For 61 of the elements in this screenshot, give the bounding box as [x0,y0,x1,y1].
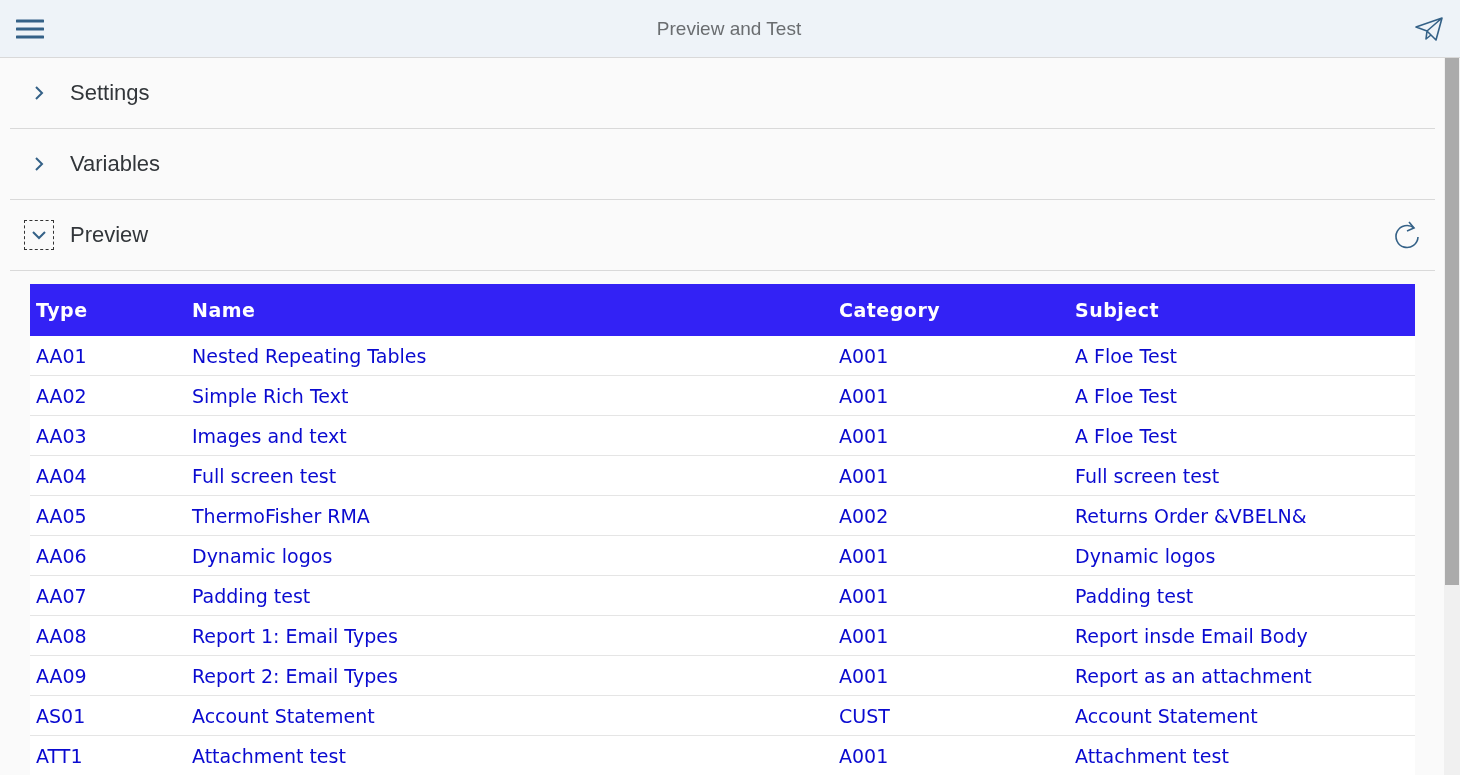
paper-plane-icon[interactable] [1414,15,1444,42]
table-cell: AA05 [30,495,186,536]
table-cell: A001 [833,615,1069,656]
table-cell: Dynamic logos [186,535,833,576]
table-cell: A001 [833,455,1069,496]
table-cell: Account Statement [186,695,833,736]
table-cell: AA02 [30,375,186,416]
table-cell: A002 [833,495,1069,536]
table-cell: Padding test [1069,575,1415,616]
table-cell: A Floe Test [1069,336,1415,376]
table-cell: Report 2: Email Types [186,655,833,696]
panel-title: Settings [70,80,151,106]
table-cell: A001 [833,655,1069,696]
table-cell: Report insde Email Body [1069,615,1415,656]
table-cell: Dynamic logos [1069,535,1415,576]
table-cell: AA04 [30,455,186,496]
table-cell: Attachment test [186,735,833,775]
table-cell: Report as an attachment [1069,655,1415,696]
table-cell: A001 [833,735,1069,775]
panel-header[interactable]: Variables [10,129,1435,200]
table-cell: Padding test [186,575,833,616]
table-cell: A Floe Test [1069,375,1415,416]
table-cell: AA09 [30,655,186,696]
table-cell: CUST [833,695,1069,736]
table-cell: Full screen test [1069,455,1415,496]
table-cell: Report 1: Email Types [186,615,833,656]
panel-header[interactable]: Settings [10,58,1435,129]
table-cell: A001 [833,415,1069,456]
table-cell: A001 [833,575,1069,616]
table-cell: AA08 [30,615,186,656]
column-header: Type [30,284,186,336]
table-cell: Account Statement [1069,695,1415,736]
table-cell: ATT1 [30,735,186,775]
scrollbar[interactable] [1444,58,1460,775]
table-cell: AA07 [30,575,186,616]
chevron-icon[interactable] [24,220,54,250]
panel-title: Variables [70,151,162,177]
table-cell: A001 [833,336,1069,376]
column-header: Category [833,284,1069,336]
column-header: Subject [1069,284,1415,336]
table-cell: Full screen test [186,455,833,496]
table-cell: ThermoFisher RMA [186,495,833,536]
table-cell: AA01 [30,336,186,376]
table-cell: A001 [833,535,1069,576]
column-header: Name [186,284,833,336]
table-cell: Attachment test [1069,735,1415,775]
table-cell: Nested Repeating Tables [186,336,833,376]
menu-icon[interactable] [16,17,44,40]
page-title: Preview and Test [655,17,803,40]
table-cell: Images and text [186,415,833,456]
panel-header[interactable]: Preview [10,200,1435,271]
panel-title: Preview [70,222,150,248]
table-cell: AS01 [30,695,186,736]
table-cell: A Floe Test [1069,415,1415,456]
table-cell: Simple Rich Text [186,375,833,416]
table-cell: A001 [833,375,1069,416]
scrollbar-thumb[interactable] [1445,58,1459,585]
table-cell: AA03 [30,415,186,456]
refresh-icon[interactable] [1393,220,1421,250]
table-cell: Returns Order &VBELN& [1069,495,1415,536]
table-cell: AA06 [30,535,186,576]
